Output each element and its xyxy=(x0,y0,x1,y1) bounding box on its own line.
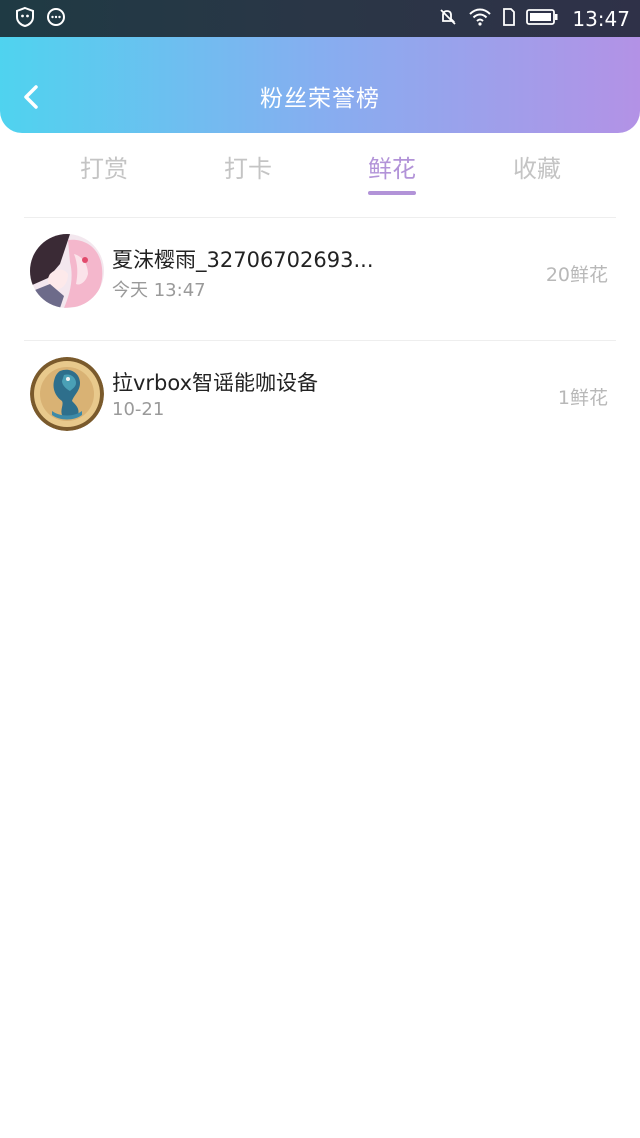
header-bar: 粉丝荣誉榜 xyxy=(0,37,640,133)
tab-flowers[interactable]: 鲜花 xyxy=(332,149,452,184)
message-dots-icon xyxy=(46,7,66,31)
battery-icon xyxy=(526,8,558,30)
list-item[interactable]: 拉vrbox智谣能咖设备 10-21 1鲜花 xyxy=(0,341,640,463)
timestamp: 10-21 xyxy=(112,399,165,420)
sim-icon xyxy=(502,7,516,31)
wifi-icon xyxy=(468,7,492,31)
tab-tip[interactable]: 打赏 xyxy=(44,149,164,184)
user-name: 拉vrbox智谣能咖设备 xyxy=(112,371,319,395)
tab-checkin[interactable]: 打卡 xyxy=(188,149,308,184)
status-bar: 13:47 xyxy=(0,0,640,37)
user-name: 夏沫樱雨_32706702693... xyxy=(112,248,374,272)
page-title: 粉丝荣誉榜 xyxy=(260,86,380,112)
list-item[interactable]: 夏沫樱雨_32706702693... 今天 13:47 20鲜花 xyxy=(0,218,640,340)
shield-icon xyxy=(14,6,36,32)
timestamp: 今天 13:47 xyxy=(112,280,206,301)
flower-count: 1鲜花 xyxy=(557,387,608,409)
active-tab-indicator xyxy=(368,191,416,195)
mute-icon xyxy=(438,7,458,31)
tab-favorites[interactable]: 收藏 xyxy=(477,149,597,184)
anime-girl-avatar-icon xyxy=(30,234,104,308)
tab-bar: 打赏 打卡 鲜花 收藏 xyxy=(0,133,640,217)
status-time: 13:47 xyxy=(572,6,630,31)
avatar[interactable] xyxy=(30,234,104,308)
dragon-badge-avatar-icon xyxy=(30,357,104,431)
flower-count: 20鲜花 xyxy=(545,264,608,286)
avatar[interactable] xyxy=(30,357,104,431)
